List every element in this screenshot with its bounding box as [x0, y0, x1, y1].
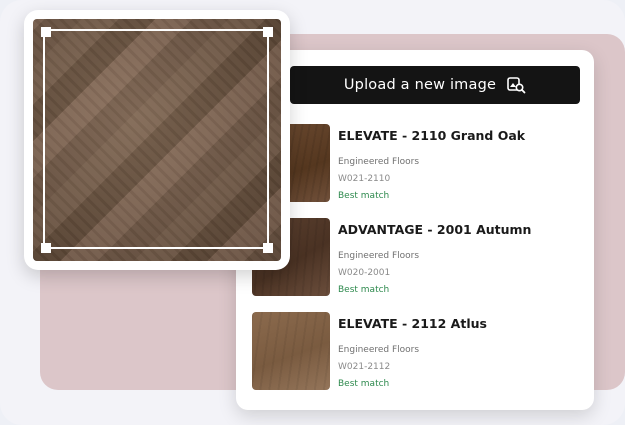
- result-thumbnail[interactable]: [252, 312, 330, 390]
- upload-image-button[interactable]: Upload a new image: [290, 66, 580, 104]
- crop-handle-top-left[interactable]: [41, 27, 51, 37]
- uploaded-image-card: [24, 10, 290, 270]
- result-code: W021-2112: [338, 362, 391, 372]
- result-title[interactable]: ELEVATE - 2110 Grand Oak: [338, 128, 525, 143]
- result-brand: Engineered Floors: [338, 345, 420, 355]
- result-title[interactable]: ELEVATE - 2112 Atlus: [338, 316, 487, 331]
- crop-frame[interactable]: [43, 29, 269, 249]
- result-match-badge: Best match: [338, 285, 390, 295]
- image-search-icon: [506, 75, 526, 95]
- result-item[interactable]: ELEVATE - 2110 Grand Oak Engineered Floo…: [252, 124, 582, 204]
- result-match-badge: Best match: [338, 191, 390, 201]
- result-brand: Engineered Floors: [338, 251, 420, 261]
- crop-handle-bottom-right[interactable]: [263, 243, 273, 253]
- result-title[interactable]: ADVANTAGE - 2001 Autumn: [338, 222, 531, 237]
- result-code: W020-2001: [338, 268, 391, 278]
- crop-handle-top-right[interactable]: [263, 27, 273, 37]
- result-match-badge: Best match: [338, 379, 390, 389]
- crop-handle-bottom-left[interactable]: [41, 243, 51, 253]
- result-code: W021-2110: [338, 174, 391, 184]
- uploaded-floor-image: [33, 19, 281, 261]
- upload-button-label: Upload a new image: [343, 77, 497, 93]
- result-item[interactable]: ADVANTAGE - 2001 Autumn Engineered Floor…: [252, 218, 582, 298]
- result-item[interactable]: ELEVATE - 2112 Atlus Engineered Floors W…: [252, 312, 582, 392]
- result-brand: Engineered Floors: [338, 157, 420, 167]
